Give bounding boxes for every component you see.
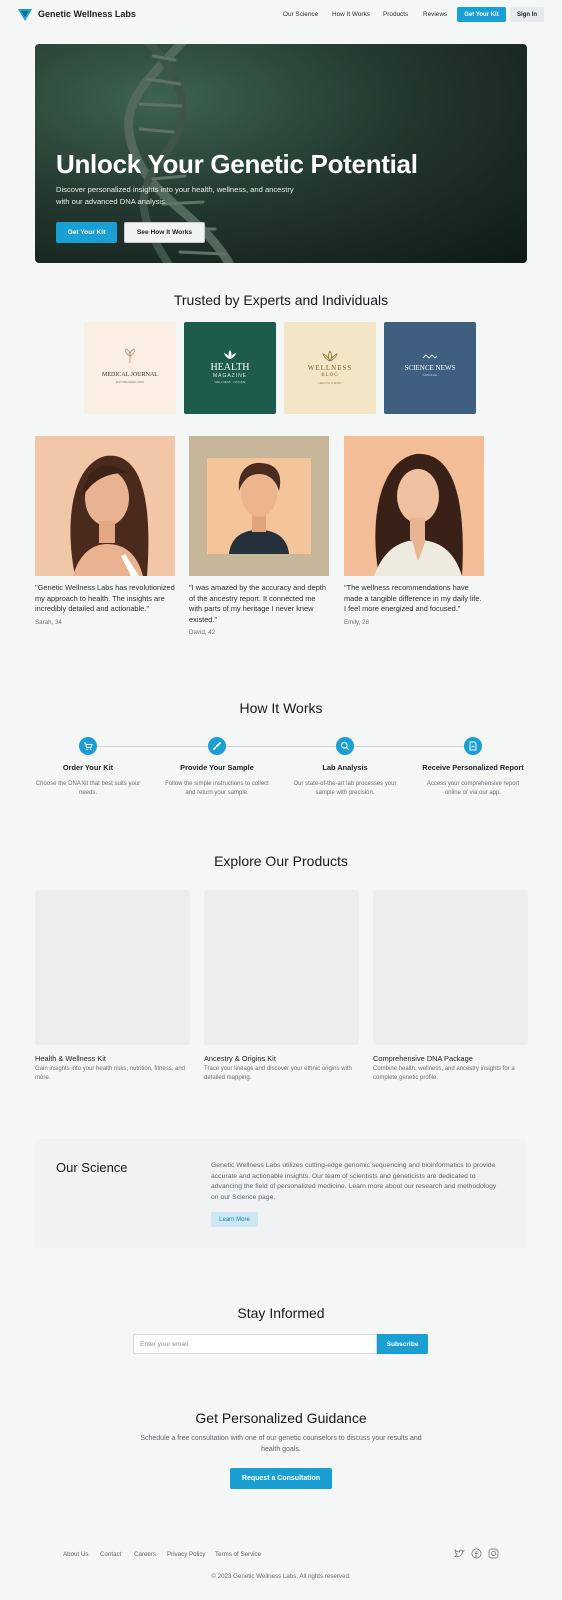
- testimonial-author: Emily, 28: [344, 619, 369, 626]
- products-title: Explore Our Products: [214, 853, 348, 869]
- product-image-placeholder[interactable]: [373, 890, 528, 1045]
- trusted-title: Trusted by Experts and Individuals: [173, 292, 389, 308]
- sign-in-button[interactable]: Sign In: [510, 7, 544, 22]
- request-consultation-button[interactable]: Request a Consultation: [230, 1468, 332, 1489]
- logo-name: HEALTH: [210, 362, 250, 373]
- logo-medical-journal: MEDICAL JOURNAL ESTABLISHED 2023: [84, 322, 176, 414]
- testimonial-photo-sarah: [35, 436, 175, 576]
- logo-wellness-blog: WELLNESS BLOG HEALTH & MIND: [284, 322, 376, 414]
- logo-name: MEDICAL JOURNAL: [102, 372, 158, 378]
- step-description: Our state-of-the-art lab processes your …: [293, 781, 397, 796]
- hero-subtitle: Discover personalized insights into your…: [56, 185, 294, 206]
- footer-link-terms[interactable]: Terms of Service: [215, 1551, 261, 1558]
- testimonial-quote: "I was amazed by the accuracy and depth …: [189, 583, 326, 624]
- learn-more-button[interactable]: Learn More: [211, 1212, 258, 1227]
- guidance-title: Get Personalized Guidance: [195, 1410, 367, 1426]
- product-image-placeholder[interactable]: [204, 890, 359, 1045]
- steps-connector-line: [88, 746, 474, 747]
- product-description: Gain insights into your health risks, nu…: [35, 1066, 186, 1081]
- logo-name-2: BLOG: [321, 373, 339, 378]
- product-description: Combine health, wellness, and ancestry i…: [373, 1066, 515, 1081]
- hero-get-kit-button[interactable]: Get Your Kit: [56, 222, 117, 243]
- site-header: Genetic Wellness Labs Our Science How It…: [0, 0, 562, 30]
- logo-science-news: SCIENCE NEWS NATIONAL: [384, 322, 476, 414]
- testimonial-photo-emily: [344, 436, 484, 576]
- woman-portrait-image: [374, 453, 463, 576]
- footer-link-careers[interactable]: Careers: [134, 1551, 156, 1558]
- hero-title: Unlock Your Genetic Potential: [56, 149, 418, 179]
- logo-name: WELLNESS: [307, 364, 353, 372]
- logo-tagline: HEALTH & MIND: [318, 381, 342, 385]
- lotus-icon: [224, 350, 236, 359]
- footer-link-contact[interactable]: Contact: [100, 1551, 121, 1558]
- report-icon: [464, 737, 482, 755]
- step-description: Choose the DNA kit that best suits your …: [35, 781, 141, 796]
- nav-reviews[interactable]: Reviews: [423, 11, 447, 18]
- step-title: Receive Personalized Report: [422, 763, 524, 772]
- facebook-icon[interactable]: [471, 1548, 482, 1559]
- man-portrait-image: [207, 458, 311, 554]
- product-name[interactable]: Ancestry & Origins Kit: [204, 1054, 276, 1063]
- lotus-icon: [322, 350, 338, 362]
- science-text: Genetic Wellness Labs utilizes cutting-e…: [211, 1162, 497, 1201]
- wave-icon: [422, 354, 438, 359]
- logo-health-magazine: HEALTH MAGAZINE WELLNESS · NATURE: [184, 322, 276, 414]
- step-title: Provide Your Sample: [180, 763, 254, 772]
- footer-link-about[interactable]: About Us: [63, 1551, 88, 1558]
- logo-tagline: NATIONAL: [422, 373, 438, 377]
- copyright-text: © 2023 Genetic Wellness Labs. All rights…: [211, 1573, 351, 1580]
- subscribe-button[interactable]: Subscribe: [377, 1334, 428, 1354]
- instagram-icon[interactable]: [488, 1548, 499, 1559]
- guidance-description: Schedule a free consultation with one of…: [140, 1435, 422, 1453]
- nav-products[interactable]: Products: [383, 11, 408, 18]
- hero-banner: Unlock Your Genetic Potential Discover p…: [35, 44, 527, 263]
- swab-icon: [208, 737, 226, 755]
- step-description: Access your comprehensive report online …: [426, 781, 520, 796]
- brand-name[interactable]: Genetic Wellness Labs: [38, 9, 136, 19]
- step-description: Follow the simple instructions to collec…: [165, 781, 269, 796]
- get-kit-button[interactable]: Get Your Kit: [457, 7, 506, 22]
- step-title: Order Your Kit: [62, 763, 114, 772]
- logo-name-2: MAGAZINE: [212, 373, 248, 379]
- product-description: Trace your lineage and discover your eth…: [204, 1066, 352, 1081]
- leaf-icon: [125, 348, 135, 363]
- testimonial-quote: "The wellness recommendations have made …: [344, 583, 482, 613]
- footer-link-privacy[interactable]: Privacy Policy: [167, 1551, 206, 1558]
- logo-tagline: ESTABLISHED 2023: [116, 380, 144, 384]
- twitter-icon[interactable]: [454, 1548, 465, 1559]
- product-name[interactable]: Comprehensive DNA Package: [373, 1054, 473, 1063]
- nav-how-it-works[interactable]: How It Works: [332, 11, 370, 18]
- logo-name: SCIENCE NEWS: [404, 364, 456, 372]
- product-name[interactable]: Health & Wellness Kit: [35, 1054, 106, 1063]
- product-image-placeholder[interactable]: [35, 890, 190, 1045]
- how-it-works-title: How It Works: [239, 700, 323, 716]
- testimonial-photo-david: [189, 436, 329, 576]
- testimonial-author: Sarah, 34: [35, 619, 62, 626]
- nav-our-science[interactable]: Our Science: [283, 11, 318, 18]
- testimonial-author: David, 42: [189, 629, 216, 636]
- testimonial-quote: "Genetic Wellness Labs has revolutionize…: [35, 583, 175, 613]
- newsletter-title: Stay Informed: [237, 1305, 325, 1321]
- step-title: Lab Analysis: [322, 763, 368, 772]
- magnify-icon: [336, 737, 354, 755]
- logo-icon[interactable]: [18, 9, 32, 21]
- email-input[interactable]: [133, 1334, 377, 1354]
- woman-portrait-image: [70, 455, 149, 576]
- logo-tagline: WELLNESS · NATURE: [214, 380, 246, 384]
- cart-icon: [79, 737, 97, 755]
- science-title: Our Science: [56, 1160, 128, 1175]
- our-science-section: Our Science Genetic Wellness Labs utiliz…: [35, 1139, 527, 1248]
- see-how-it-works-button[interactable]: See How It Works: [124, 222, 205, 243]
